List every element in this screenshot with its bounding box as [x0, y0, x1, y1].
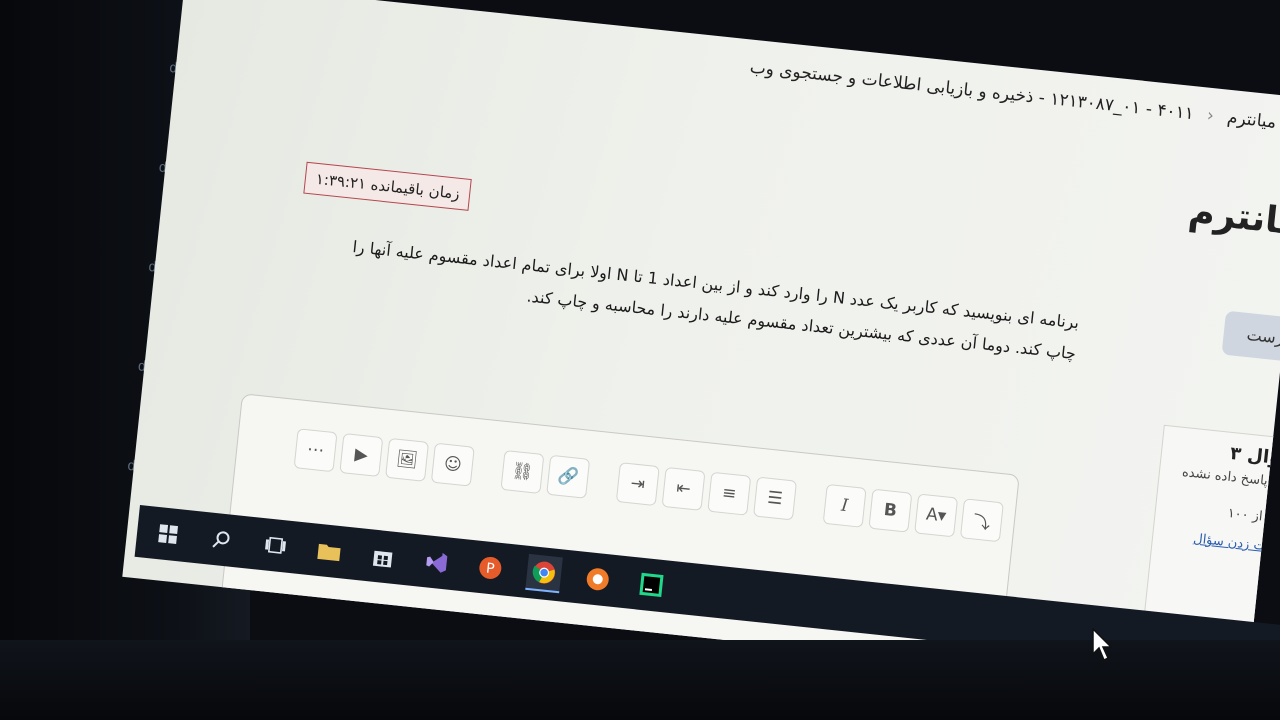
chrome-icon[interactable] — [525, 553, 563, 594]
windows-start-icon[interactable] — [149, 515, 186, 552]
timer-value: ۱:۳۹:۲۱ — [314, 169, 367, 193]
mouse-pointer-icon — [1092, 627, 1114, 666]
monitor-bezel-bottom — [0, 640, 1280, 720]
question-status: هنوز پاسخ داده نشده است — [1181, 464, 1280, 507]
store-icon[interactable] — [364, 538, 401, 575]
breadcrumb-item-course[interactable]: ۴۰۱۱ - ۰۱_۱۲۱۳۰۸۷ - ذخیره و بازیابی اطلا… — [749, 58, 1195, 125]
question-grade: نمره از ۱۰۰ — [1226, 505, 1280, 528]
more-icon[interactable]: ⋯ — [293, 428, 338, 473]
indent-icon[interactable]: ⇥ — [615, 462, 660, 507]
image-icon[interactable]: 🖼 — [385, 437, 430, 482]
breadcrumb-item-exam[interactable]: میانترم — [1226, 108, 1277, 133]
visual-studio-icon[interactable] — [418, 544, 455, 581]
quiz-timer: زمان باقیمانده ۱:۳۹:۲۱ — [303, 161, 473, 211]
media-app-icon[interactable] — [579, 561, 616, 598]
numbered-list-icon[interactable]: ≡ — [707, 471, 752, 516]
psiphon-icon[interactable]: P — [472, 549, 509, 586]
bullet-list-icon[interactable]: ☰ — [753, 476, 798, 521]
file-explorer-icon[interactable] — [311, 532, 348, 569]
expand-toolbar-button[interactable]: ⤵ — [959, 498, 1004, 543]
page-title: میانترم — [1186, 191, 1280, 246]
breadcrumb-separator-icon: ‹ — [1205, 105, 1215, 127]
font-color-button[interactable]: A▾ — [914, 493, 959, 538]
italic-button[interactable]: I — [822, 483, 867, 528]
question-text: برنامه ای بنویسید که کاربر یک عدد N را و… — [279, 224, 1081, 369]
pycharm-icon[interactable] — [633, 566, 670, 603]
emoji-icon[interactable]: ☺ — [430, 442, 475, 487]
task-view-icon[interactable] — [257, 527, 294, 564]
flag-question-link[interactable]: علامت زدن سؤال — [1164, 529, 1280, 556]
media-icon[interactable]: ▶ — [339, 433, 384, 478]
breadcrumb: میانترم ‹ ۴۰۱۱ - ۰۱_۱۲۱۳۰۸۷ - ذخیره و با… — [749, 58, 1277, 133]
bold-button[interactable]: B — [868, 488, 913, 533]
search-icon[interactable] — [203, 521, 240, 558]
svg-text:P: P — [485, 561, 495, 578]
quiz-navigation-button[interactable]: فهرست — [1221, 310, 1280, 364]
question-info-panel: سؤال ۳ هنوز پاسخ داده نشده است نمره از ۱… — [1144, 424, 1280, 630]
unlink-icon[interactable]: ⛓ — [500, 449, 545, 494]
link-icon[interactable]: 🔗 — [546, 454, 591, 499]
timer-label: زمان باقیمانده — [369, 175, 461, 203]
outdent-icon[interactable]: ⇤ — [661, 466, 706, 511]
